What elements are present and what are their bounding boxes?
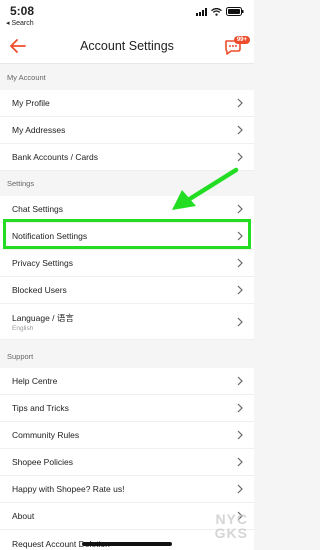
menu-item-my-addresses[interactable]: My Addresses (0, 117, 254, 144)
section-my-account: My Account (0, 65, 254, 91)
menu-item-my-profile[interactable]: My Profile (0, 90, 254, 117)
status-time: 5:08 (10, 4, 35, 18)
signal-icon (196, 7, 207, 16)
menu-item-label: Shopee Policies (12, 457, 73, 467)
menu-item-chat-settings[interactable]: Chat Settings (0, 196, 254, 223)
chevron-right-icon (237, 98, 243, 108)
menu-item-label: My Profile (12, 98, 50, 108)
chevron-right-icon (237, 152, 243, 162)
chevron-right-icon (237, 457, 243, 467)
menu-item-shopee-policies[interactable]: Shopee Policies (0, 449, 254, 476)
menu-item-notification-settings[interactable]: Notification Settings (0, 223, 254, 250)
menu-item-language[interactable]: Language / 语言 English (0, 304, 254, 340)
menu-item-blocked-users[interactable]: Blocked Users (0, 277, 254, 304)
chevron-right-icon (237, 258, 243, 268)
language-value: English (12, 325, 34, 332)
menu-item-tips-and-tricks[interactable]: Tips and Tricks (0, 395, 254, 422)
battery-icon (226, 7, 244, 16)
chevron-right-icon (237, 376, 243, 386)
menu-item-label: My Addresses (12, 125, 66, 135)
menu-item-label: Help Centre (12, 376, 58, 386)
section-settings: Settings (0, 171, 254, 197)
menu-item-label: Tips and Tricks (12, 403, 69, 413)
chat-badge: 99+ (233, 36, 250, 44)
status-bar: 5:08 ◂ Search (0, 0, 254, 30)
page-title: Account Settings (80, 39, 174, 53)
menu-item-label: Blocked Users (12, 285, 67, 295)
status-icons (196, 7, 244, 16)
chevron-right-icon (237, 204, 243, 214)
menu-item-rate-us[interactable]: Happy with Shopee? Rate us! (0, 476, 254, 503)
menu-item-label: Bank Accounts / Cards (12, 152, 98, 162)
menu-item-label: Privacy Settings (12, 258, 73, 268)
menu-item-label: Community Rules (12, 430, 80, 440)
menu-item-community-rules[interactable]: Community Rules (0, 422, 254, 449)
chevron-right-icon (237, 285, 243, 295)
chevron-right-icon (237, 403, 243, 413)
menu-item-label: Happy with Shopee? Rate us! (12, 484, 125, 494)
menu-item-label: Notification Settings (12, 231, 88, 241)
menu-item-bank-accounts[interactable]: Bank Accounts / Cards (0, 144, 254, 171)
header: Account Settings 99+ (0, 30, 254, 64)
watermark-logo: NYC GKS (214, 511, 248, 541)
menu-item-help-centre[interactable]: Help Centre (0, 368, 254, 395)
wifi-icon (211, 7, 222, 16)
section-support: Support (0, 344, 254, 370)
home-indicator (82, 542, 172, 546)
back-to-search-link[interactable]: ◂ Search (6, 19, 34, 27)
chevron-right-icon (237, 317, 243, 326)
menu-item-label: About (12, 511, 35, 521)
menu-item-label: Chat Settings (12, 204, 64, 214)
chevron-right-icon (237, 231, 243, 241)
chevron-right-icon (237, 484, 243, 494)
menu-item-label: Language / 语言 (12, 313, 74, 323)
menu-item-privacy-settings[interactable]: Privacy Settings (0, 250, 254, 277)
chevron-right-icon (237, 430, 243, 440)
chevron-right-icon (237, 125, 243, 135)
